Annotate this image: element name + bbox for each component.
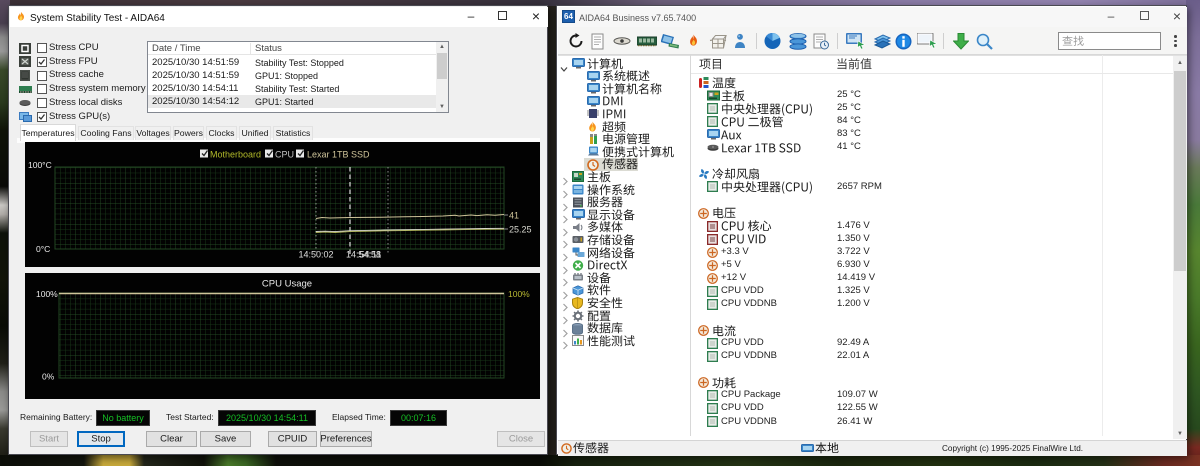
- svg-text:100°C: 100°C: [28, 160, 52, 170]
- svg-text:0%: 0%: [42, 372, 55, 382]
- svg-text:CPU Usage: CPU Usage: [262, 279, 312, 290]
- svg-text:100%: 100%: [36, 289, 58, 299]
- svg-text:100%: 100%: [508, 289, 530, 299]
- svg-text:CPU: CPU: [275, 150, 294, 160]
- svg-text::54:11: :54:11: [357, 250, 381, 260]
- svg-text:0°C: 0°C: [36, 244, 50, 254]
- svg-text:Lexar 1TB SSD: Lexar 1TB SSD: [307, 150, 370, 160]
- svg-text:Motherboard: Motherboard: [210, 150, 261, 160]
- svg-text:25.25: 25.25: [509, 225, 532, 235]
- svg-text:41: 41: [509, 211, 519, 221]
- svg-text:14:50:02: 14:50:02: [298, 250, 333, 260]
